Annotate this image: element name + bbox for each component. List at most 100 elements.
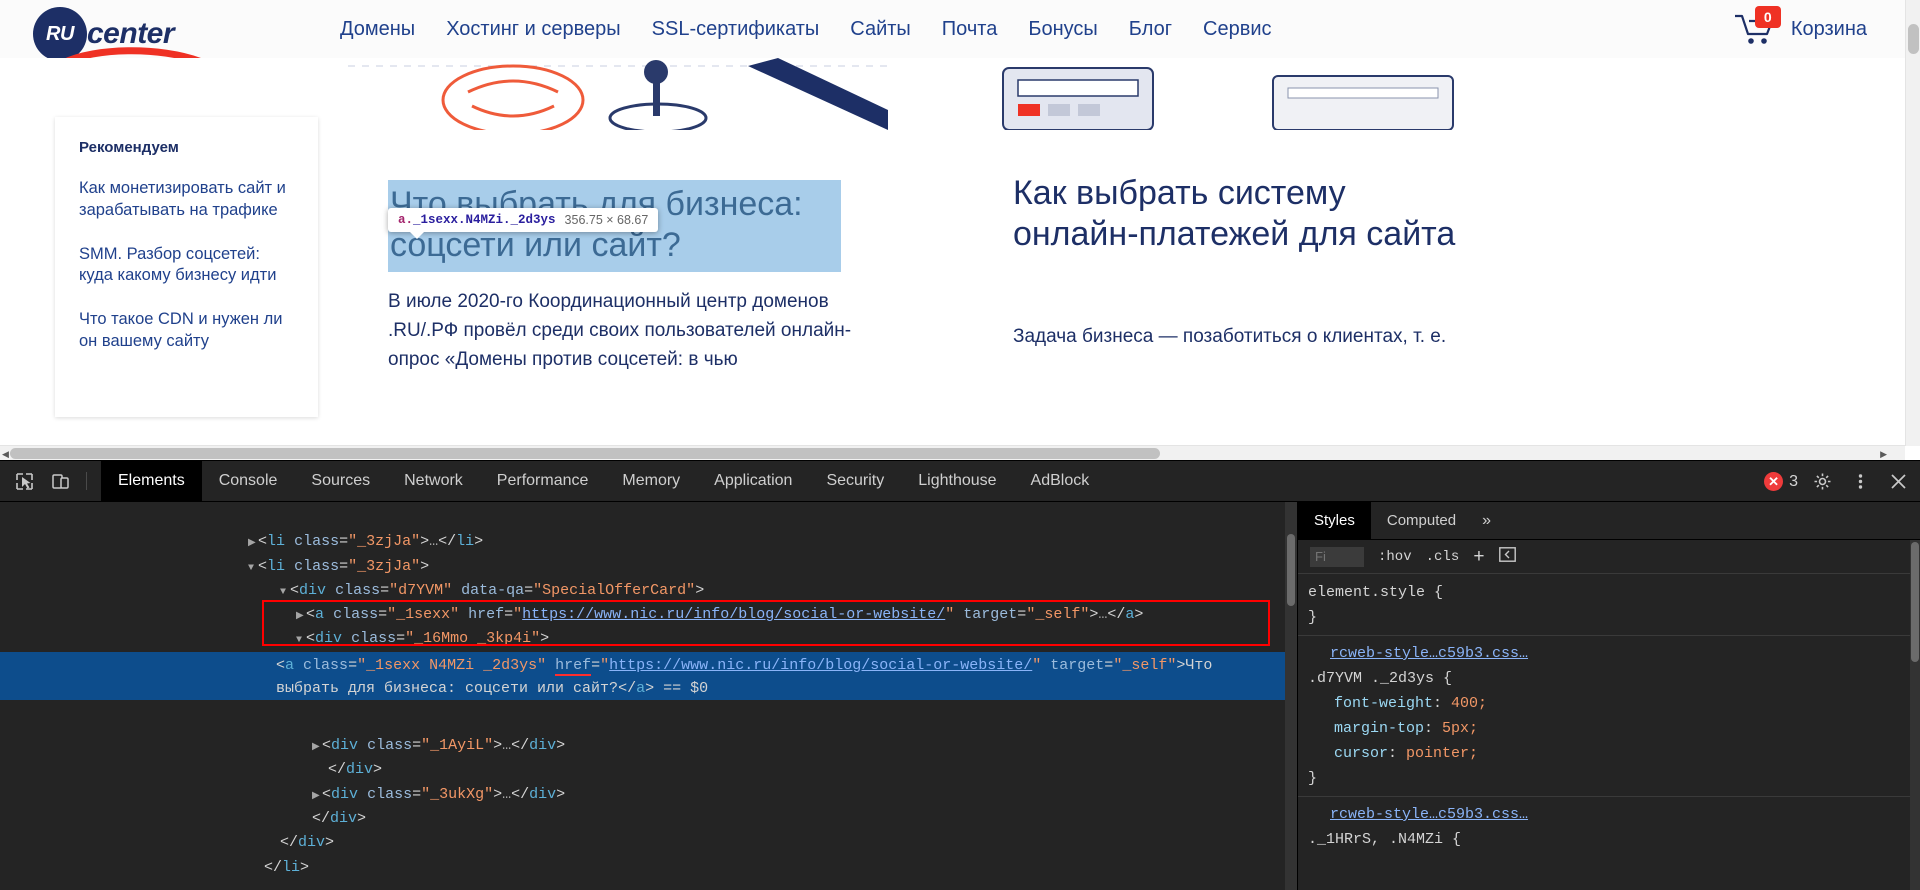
devtools-panel: Elements Console Sources Network Perform… <box>0 460 1920 890</box>
article-card-social-or-website: Что выбрать для бизнеса: соцсети или сай… <box>348 58 888 460</box>
scroll-left-arrow-icon[interactable]: ◀ <box>2 449 9 460</box>
nav-item-mail[interactable]: Почта <box>942 18 998 41</box>
css-source-link[interactable]: rcweb-style…c59b3.css… <box>1308 641 1910 666</box>
nav-item-ssl[interactable]: SSL-сертификаты <box>652 18 820 41</box>
browser-page-viewport: RU center Домены Хостинг и серверы SSL-с… <box>0 0 1920 460</box>
css-property-name[interactable]: margin-top <box>1334 720 1424 737</box>
inspect-element-icon[interactable] <box>10 467 38 495</box>
recommended-link-cdn[interactable]: Что такое CDN и нужен ли он вашему сайту <box>79 309 294 353</box>
nav-item-bonuses[interactable]: Бонусы <box>1028 18 1097 41</box>
tab-performance[interactable]: Performance <box>480 461 606 502</box>
css-source-link[interactable]: rcweb-style…c59b3.css… <box>1308 802 1910 827</box>
css-rule-divider <box>1298 796 1920 797</box>
more-tabs-chevron-icon[interactable]: » <box>1472 502 1501 539</box>
dom-tree-scrollbar[interactable] <box>1285 502 1297 890</box>
dom-row[interactable]: ▶ <div class="_3ukXg">…</div> <box>0 758 1297 803</box>
cls-toggle-button[interactable]: .cls <box>1426 549 1460 565</box>
nav-item-sites[interactable]: Сайты <box>850 18 911 41</box>
article-card-online-payments: Как выбрать систему онлайн-платежей для … <box>973 58 1513 460</box>
tab-sources[interactable]: Sources <box>294 461 387 502</box>
scroll-right-arrow-icon[interactable]: ▶ <box>1880 449 1887 460</box>
recommended-link-smm[interactable]: SMM. Разбор соцсетей: куда какому бизнес… <box>79 244 294 288</box>
tab-console[interactable]: Console <box>202 461 295 502</box>
css-property-value[interactable]: 5px; <box>1442 720 1478 737</box>
ru-center-logo[interactable]: RU center <box>33 7 203 65</box>
css-property-name[interactable]: font-weight <box>1334 695 1433 712</box>
css-rule-d7yvm-2d3ys[interactable]: rcweb-style…c59b3.css… .d7YVM ._2d3ys { … <box>1298 641 1920 791</box>
tooltip-dimensions: 356.75 × 68.67 <box>564 213 649 227</box>
dom-tree-scrollbar-thumb[interactable] <box>1287 534 1295 606</box>
css-rule-element-style[interactable]: element.style { } <box>1298 580 1920 630</box>
dom-row[interactable]: ▼ <div class="_16Mmo _3kp4i"> <box>0 603 1297 647</box>
dom-row[interactable]: </div> <box>0 783 1297 827</box>
tab-computed[interactable]: Computed <box>1371 502 1472 539</box>
dom-row[interactable]: </div> <box>0 734 1297 778</box>
dom-row[interactable]: ▶ <li class="_3zjJa">…</li> <box>0 506 1297 550</box>
dom-tree-pane[interactable]: ▶ <li class="_3zjJa">…</li> ▼ <li class="_… <box>0 502 1297 890</box>
styles-pane-scrollbar-thumb[interactable] <box>1911 542 1919 662</box>
devtools-body: ▶ <li class="_3zjJa">…</li> ▼ <li class="_… <box>0 502 1920 890</box>
styles-filter-input[interactable] <box>1310 546 1364 567</box>
devtools-tab-bar: Elements Console Sources Network Perform… <box>101 460 1107 502</box>
card-illustration-left <box>348 58 888 130</box>
cart-count-badge: 0 <box>1754 6 1781 28</box>
styles-pane-scrollbar[interactable] <box>1910 540 1920 890</box>
tab-elements[interactable]: Elements <box>101 460 202 502</box>
tooltip-selector: a._1sexx.N4MZi._2d3ys <box>398 213 556 227</box>
nav-item-blog[interactable]: Блог <box>1129 18 1172 41</box>
page-vertical-scrollbar[interactable] <box>1905 0 1920 446</box>
css-rule-close: } <box>1308 770 1318 787</box>
new-style-rule-button[interactable]: + <box>1473 546 1484 568</box>
card-heading-right[interactable]: Как выбрать систему онлайн-платежей для … <box>1013 173 1473 255</box>
tab-application[interactable]: Application <box>697 461 809 502</box>
hov-toggle-button[interactable]: :hov <box>1378 549 1412 565</box>
css-property-value[interactable]: 400; <box>1451 695 1487 712</box>
more-options-icon[interactable] <box>1846 468 1874 496</box>
tooltip-class-names: _1sexx.N4MZi._2d3ys <box>413 213 556 227</box>
styles-pane: Styles Computed » :hov .cls + eleme <box>1297 502 1920 890</box>
toggle-sidebar-icon[interactable] <box>1498 546 1516 567</box>
tab-memory[interactable]: Memory <box>605 461 697 502</box>
recommended-link-monetize[interactable]: Как монетизировать сайт и зарабатывать н… <box>79 178 294 222</box>
dom-row[interactable]: ▶ <div class="_1AyiL">…</div> <box>0 710 1297 754</box>
page-horizontal-scrollbar-thumb[interactable] <box>10 448 1160 459</box>
css-property-value[interactable]: pointer; <box>1406 745 1478 762</box>
css-rule-1hrrs-n4mzi[interactable]: rcweb-style…c59b3.css… ._1HRrS, .N4MZi { <box>1298 802 1920 852</box>
error-count-badge[interactable]: ✕ 3 <box>1764 472 1798 491</box>
dom-row[interactable]: ▼ <li class="_3zjJa"> <box>0 530 1297 575</box>
tab-security[interactable]: Security <box>809 461 901 502</box>
page-vertical-scrollbar-thumb[interactable] <box>1908 24 1919 54</box>
dom-row[interactable]: ▼ <div class="d7YVM" data-qa="SpecialOffe… <box>0 555 1297 599</box>
css-rule-divider <box>1298 635 1920 636</box>
dom-row-selected[interactable]: <a class="_1sexx N4MZi _2d3ys" href="htt… <box>0 651 1297 700</box>
dom-row[interactable]: ▼<div> <box>0 627 1297 672</box>
card-illustration-right <box>973 58 1513 130</box>
tab-lighthouse[interactable]: Lighthouse <box>901 461 1013 502</box>
styles-tab-bar: Styles Computed » <box>1298 502 1920 540</box>
css-declaration-margin-top[interactable]: margin-top: 5px; <box>1308 716 1910 741</box>
css-property-name[interactable]: cursor <box>1334 745 1388 762</box>
dom-row[interactable]: </li> <box>0 831 1297 876</box>
dom-row[interactable]: ▶ <a class="_1sexx" href="https://www.nic… <box>0 579 1297 623</box>
css-declaration-cursor[interactable]: cursor: pointer; <box>1308 741 1910 766</box>
dom-row[interactable]: </div> <box>0 807 1297 851</box>
styles-rules-list: element.style { } rcweb-style…c59b3.css…… <box>1298 574 1920 852</box>
close-devtools-icon[interactable] <box>1884 468 1912 496</box>
recommended-sidebar: Рекомендуем Как монетизировать сайт и за… <box>55 117 318 417</box>
tab-network[interactable]: Network <box>387 461 480 502</box>
nav-item-hosting[interactable]: Хостинг и серверы <box>446 18 620 41</box>
cart-button[interactable]: 0 Корзина <box>1733 0 1867 58</box>
device-toolbar-icon[interactable] <box>46 467 74 495</box>
page-horizontal-scrollbar[interactable]: ◀ ▶ <box>0 445 1905 460</box>
tab-styles[interactable]: Styles <box>1298 502 1371 539</box>
error-count-label: 3 <box>1789 472 1798 490</box>
tab-adblock[interactable]: AdBlock <box>1014 461 1107 502</box>
nav-item-service[interactable]: Сервис <box>1203 18 1272 41</box>
css-selector[interactable]: ._1HRrS, .N4MZi { <box>1308 827 1910 852</box>
css-selector[interactable]: element.style { <box>1308 580 1910 605</box>
settings-gear-icon[interactable] <box>1808 468 1836 496</box>
css-declaration-font-weight[interactable]: font-weight: 400; <box>1308 691 1910 716</box>
cart-label: Корзина <box>1790 17 1867 40</box>
css-selector[interactable]: .d7YVM ._2d3ys { <box>1308 666 1910 691</box>
nav-item-domains[interactable]: Домены <box>340 18 415 41</box>
